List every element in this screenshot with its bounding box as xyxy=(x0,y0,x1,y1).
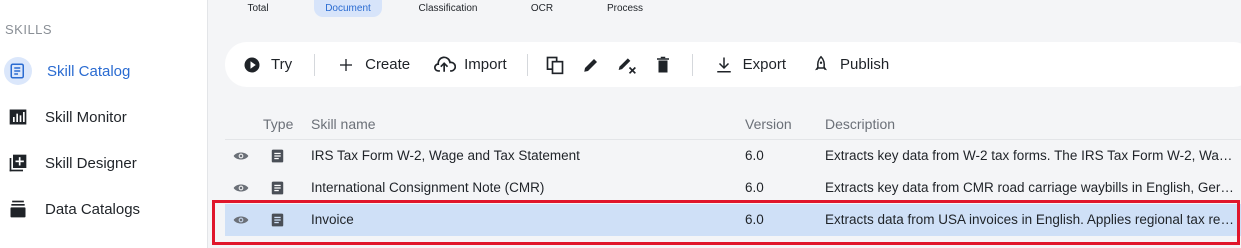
toolbar-divider xyxy=(691,53,693,76)
sidebar-item-skill-designer[interactable]: Skill Designer xyxy=(0,143,208,183)
publish-label: Publish xyxy=(840,56,890,73)
eye-icon[interactable] xyxy=(233,180,249,196)
edit-pencil-icon[interactable] xyxy=(580,54,602,76)
create-button[interactable]: Create xyxy=(335,42,410,87)
skill-name: International Consignment Note (CMR) xyxy=(311,180,545,195)
column-header-description[interactable]: Description xyxy=(825,116,895,132)
toolbar-divider xyxy=(526,53,528,76)
table-row[interactable]: IRS Tax Form W-2, Wage and Tax Statement… xyxy=(225,140,1241,172)
sidebar-item-data-catalogs[interactable]: Data Catalogs xyxy=(0,189,208,229)
download-icon xyxy=(713,54,735,76)
skill-version: 6.0 xyxy=(745,212,764,227)
plus-icon xyxy=(335,54,357,76)
skills-table: Type Skill name Version Description IRS … xyxy=(225,108,1241,236)
document-icon xyxy=(269,148,285,164)
play-icon xyxy=(241,54,263,76)
column-header-skill-name[interactable]: Skill name xyxy=(311,116,376,132)
sidebar-item-label: Skill Monitor xyxy=(45,108,127,126)
document-icon xyxy=(269,180,285,196)
sidebar-item-label: Skill Designer xyxy=(45,154,137,172)
table-row[interactable]: International Consignment Note (CMR) 6.0… xyxy=(225,172,1241,204)
import-button[interactable]: Import xyxy=(434,42,507,87)
table-header: Type Skill name Version Description xyxy=(225,108,1241,140)
toolbar: Try Create Import Export Publish xyxy=(225,42,1241,87)
section-label: SKILLS xyxy=(5,22,53,37)
toolbar-divider xyxy=(314,53,316,76)
trash-icon[interactable] xyxy=(652,54,674,76)
export-label: Export xyxy=(742,56,787,73)
add-box-icon xyxy=(6,151,30,175)
main-area: Total Document Classification OCR Proces… xyxy=(208,0,1241,248)
column-header-type[interactable]: Type xyxy=(263,116,293,132)
cloud-upload-icon xyxy=(434,54,457,76)
column-header-version[interactable]: Version xyxy=(745,116,792,132)
skill-name: Invoice xyxy=(311,212,354,227)
try-button[interactable]: Try xyxy=(241,42,292,87)
sidebar: SKILLS Skill Catalog Skill Monitor Skill… xyxy=(0,0,208,248)
filter-chip-document[interactable]: Document xyxy=(314,0,382,17)
sidebar-item-skill-catalog[interactable]: Skill Catalog xyxy=(0,51,208,91)
document-icon xyxy=(269,212,285,228)
filter-chip-process[interactable]: Process xyxy=(601,0,649,17)
edit-off-icon[interactable] xyxy=(616,54,638,76)
bar-chart-icon xyxy=(6,105,30,129)
rocket-icon xyxy=(810,54,832,76)
eye-icon[interactable] xyxy=(233,148,249,164)
filter-chip-ocr[interactable]: OCR xyxy=(524,0,560,17)
skill-description: Extracts key data from W-2 tax forms. Th… xyxy=(825,148,1235,163)
create-label: Create xyxy=(365,56,411,73)
duplicate-icon[interactable] xyxy=(544,54,566,76)
skill-version: 6.0 xyxy=(745,148,764,163)
sidebar-item-skill-monitor[interactable]: Skill Monitor xyxy=(0,97,208,137)
filter-chip-classification[interactable]: Classification xyxy=(413,0,483,17)
sidebar-item-label: Data Catalogs xyxy=(45,200,141,218)
skill-version: 6.0 xyxy=(745,180,764,195)
filter-chips: Total Document Classification OCR Proces… xyxy=(208,0,1241,17)
try-label: Try xyxy=(271,56,293,73)
filter-chip-total[interactable]: Total xyxy=(236,0,280,17)
sidebar-item-label: Skill Catalog xyxy=(47,62,131,80)
publish-button[interactable]: Publish xyxy=(810,42,889,87)
export-button[interactable]: Export xyxy=(713,42,786,87)
skill-description: Extracts data from USA invoices in Engli… xyxy=(825,212,1235,227)
import-label: Import xyxy=(464,56,507,73)
archive-icon xyxy=(6,197,30,221)
skill-name: IRS Tax Form W-2, Wage and Tax Statement xyxy=(311,148,580,163)
eye-icon[interactable] xyxy=(233,212,249,228)
table-row-selected[interactable]: Invoice 6.0 Extracts data from USA invoi… xyxy=(225,204,1241,236)
list-card-icon xyxy=(4,57,32,85)
skill-description: Extracts key data from CMR road carriage… xyxy=(825,180,1235,195)
